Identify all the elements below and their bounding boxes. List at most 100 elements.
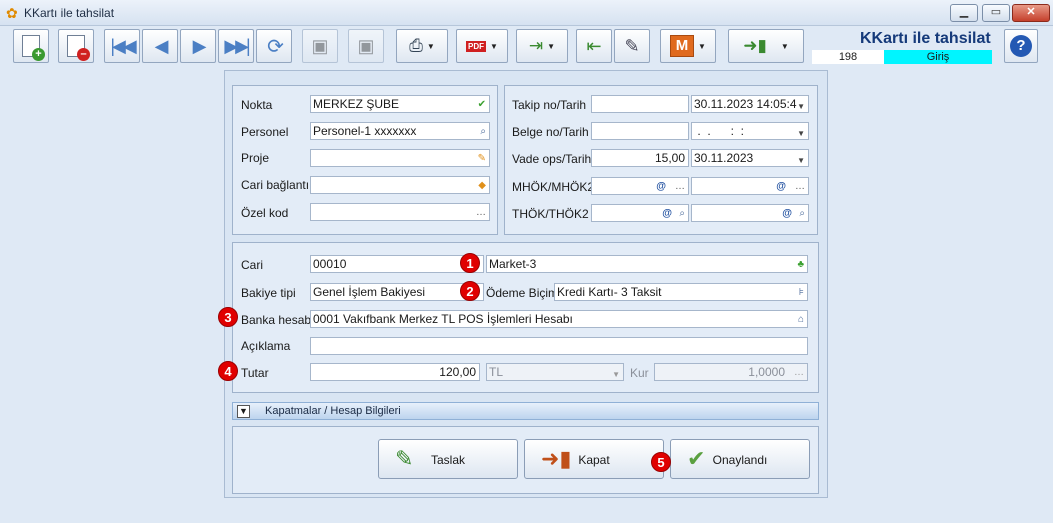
tutar-field[interactable]: 120,00 (310, 363, 480, 381)
first-record-button[interactable]: |◀◀ (104, 29, 140, 63)
previous-record-button[interactable]: ◀ (142, 29, 178, 63)
check-icon: ✔ (477, 99, 486, 110)
proje-field[interactable]: ✎ (310, 149, 490, 167)
ozel-kod-field[interactable]: … (310, 203, 490, 221)
m-icon: M (670, 35, 695, 57)
thok-field-1[interactable]: @ ⌕ (591, 204, 689, 222)
vade-days-field[interactable]: 15,00 (591, 149, 689, 167)
save-icon: ▣ (311, 35, 329, 56)
import-button[interactable]: ⇤ (576, 29, 612, 63)
refresh-button[interactable]: ⟳ (256, 29, 292, 63)
chevron-down-icon: ▼ (780, 41, 789, 51)
exit-button[interactable]: ➜▮ ▼ (728, 29, 804, 63)
title-bar: ✿ KKartı ile tahsilat ▁ ▭ ✕ (0, 0, 1053, 26)
butterfly-icon: ✿ (6, 5, 18, 21)
pdf-icon: PDF (466, 40, 487, 52)
marker-1: 1 (460, 253, 480, 273)
nokta-value: MERKEZ ŞUBE (313, 97, 400, 111)
ellipsis-icon: … (675, 181, 685, 192)
mhok-field-1[interactable]: @… (591, 177, 689, 195)
form-header-title: KKartı ile tahsilat (860, 30, 991, 47)
last-record-button[interactable]: ▶▶| (218, 29, 254, 63)
mhok-field-2[interactable]: @… (691, 177, 809, 195)
thok-field-2[interactable]: @ ⌕ (691, 204, 809, 222)
cari-name-field[interactable]: Market-3 ♣ (486, 255, 808, 273)
at-icon: @ (782, 208, 792, 219)
personel-label: Personel (241, 125, 289, 139)
delete-record-button[interactable]: – (58, 29, 94, 63)
chevron-down-icon: ▼ (237, 405, 250, 418)
next-record-button[interactable]: ▶ (180, 29, 216, 63)
lookup-icon: ⌕ (480, 126, 486, 137)
belge-number-field[interactable] (591, 122, 689, 140)
banka-value: 0001 Vakıfbank Merkez TL POS İşlemleri H… (313, 312, 573, 326)
personel-field[interactable]: Personel-1 xxxxxxx ⌕ (310, 122, 490, 140)
marker-2: 2 (460, 281, 480, 301)
taslak-button-label: Taslak (430, 453, 465, 467)
export-icon: ⇥ (528, 36, 544, 55)
save-close-button[interactable]: ▣ (348, 29, 384, 63)
kapatmalar-section-toggle[interactable]: ▼ Kapatmalar / Hesap Bilgileri (232, 402, 819, 420)
at-icon: @ (656, 181, 666, 192)
belge-date-field[interactable]: . . : : ▼ (691, 122, 809, 140)
tools-button[interactable]: ✎ (614, 29, 650, 63)
minimize-button[interactable]: ▁ (950, 4, 978, 22)
takip-label: Takip no/Tarih (512, 98, 587, 112)
ellipsis-icon: … (476, 207, 486, 218)
aciklama-field[interactable] (310, 337, 808, 355)
close-button[interactable]: ✕ (1012, 4, 1050, 22)
mhok-label: MHÖK/MHÖK2 (512, 180, 595, 194)
taslak-button[interactable]: ✎ Taslak (378, 439, 518, 479)
m-module-button[interactable]: M ▼ (660, 29, 716, 63)
takip-number-field[interactable] (591, 95, 689, 113)
save-button[interactable]: ▣ (302, 29, 338, 63)
printer-icon: ⎙ (409, 36, 423, 55)
exit-door-icon: ➜▮ (743, 36, 767, 55)
delete-document-icon: – (67, 35, 90, 61)
marker-5: 5 (651, 452, 671, 472)
ellipsis-icon: … (795, 181, 805, 192)
lookup-icon: ⌕ (799, 208, 805, 219)
ozel-kod-label: Özel kod (241, 206, 289, 220)
help-button[interactable]: ? (1004, 29, 1038, 63)
odeme-field[interactable]: Kredi Kartı- 3 Taksit ⊧ (554, 283, 808, 301)
users-icon: ♣ (797, 259, 804, 270)
first-icon: |◀◀ (110, 35, 136, 56)
takip-date-field[interactable]: 30.11.2023 14:05:4 ▼ (691, 95, 809, 113)
next-icon: ▶ (192, 35, 207, 56)
kur-field[interactable]: 1,0000 … (654, 363, 808, 381)
marker-3: 3 (218, 307, 238, 327)
chevron-down-icon: ▼ (426, 41, 435, 51)
chevron-down-icon: ▼ (797, 156, 805, 165)
banka-field[interactable]: 0001 Vakıfbank Merkez TL POS İşlemleri H… (310, 310, 808, 328)
vade-date-value: 30.11.2023 (694, 151, 754, 165)
vade-date-field[interactable]: 30.11.2023 ▼ (691, 149, 809, 167)
cari-label: Cari (241, 258, 264, 272)
tag-icon: ◆ (478, 180, 486, 191)
currency-select[interactable]: TL ▼ (486, 363, 624, 381)
window-title: KKartı ile tahsilat (24, 6, 115, 20)
pdf-export-button[interactable]: PDF ▼ (456, 29, 508, 63)
new-record-button[interactable]: + (13, 29, 49, 63)
kapat-button[interactable]: ➜▮ Kapat (524, 439, 664, 479)
save-cancel-icon: ▣ (357, 35, 375, 56)
nokta-field[interactable]: MERKEZ ŞUBE ✔ (310, 95, 490, 113)
at-icon: @ (662, 208, 672, 219)
banka-label: Banka hesabı (241, 313, 315, 327)
kur-value: 1,0000 (748, 365, 785, 379)
onaylandi-button[interactable]: ✔ Onaylandı (670, 439, 810, 479)
ellipsis-icon: … (794, 367, 804, 378)
bakiye-field[interactable]: Genel İşlem Bakiyesi (310, 283, 484, 301)
odeme-value: Kredi Kartı- 3 Taksit (557, 285, 662, 299)
chevron-down-icon: ▼ (547, 41, 556, 51)
print-button[interactable]: ⎙ ▼ (396, 29, 448, 63)
thok-label: THÖK/THÖK2 (512, 207, 589, 221)
nokta-label: Nokta (241, 98, 273, 112)
maximize-button[interactable]: ▭ (982, 4, 1010, 22)
cari-baglanti-field[interactable]: ◆ (310, 176, 490, 194)
takip-date-value: 30.11.2023 14:05:4 (694, 97, 797, 111)
proje-label: Proje (241, 151, 270, 165)
export-button[interactable]: ⇥ ▼ (516, 29, 568, 63)
cari-code-field[interactable]: 00010 (310, 255, 484, 273)
chevron-down-icon: ▼ (698, 41, 706, 51)
